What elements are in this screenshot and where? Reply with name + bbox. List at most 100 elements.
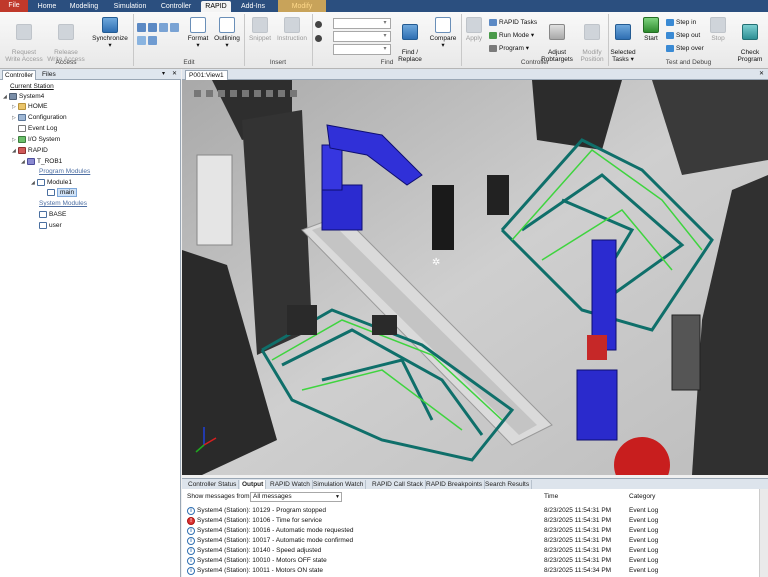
apply-button[interactable]: Apply (463, 17, 485, 42)
step-out-button[interactable]: Step out (666, 32, 700, 41)
step-over-label: Step over (676, 45, 704, 53)
tree-node-user[interactable]: user (39, 221, 62, 231)
info-icon: i (187, 507, 195, 515)
tab-rapid[interactable]: RAPID (201, 1, 231, 12)
error-icon: ! (187, 517, 195, 525)
rapid-tasks-button[interactable]: RAPID Tasks (489, 19, 537, 28)
step-in-button[interactable]: Step in (666, 19, 696, 28)
modify-position-button[interactable]: Modify Position (577, 17, 607, 63)
close-icon[interactable]: ✕ (759, 70, 764, 77)
synchronize-button[interactable]: Synchronize ▾ (90, 17, 130, 49)
find-next-button[interactable] (315, 35, 324, 44)
table-row[interactable]: i System4 (Station): 10016 - Automatic mo… (182, 526, 768, 536)
close-icon[interactable]: ✕ (172, 70, 177, 77)
program-button[interactable]: Program ▾ (489, 45, 529, 54)
stop-button[interactable]: Stop (707, 17, 729, 42)
indent-icon[interactable] (137, 23, 146, 32)
tree-node-module1[interactable]: ◢ Module1 (31, 178, 72, 188)
tab-modify[interactable]: Modify (280, 1, 324, 12)
controller-browser-panel: Controller Files ▾ ✕ Current Station ◢ Sy… (0, 69, 181, 577)
event-log-icon (18, 124, 26, 132)
tab-modeling[interactable]: Modeling (64, 1, 104, 12)
robotstudio-window: File Home Modeling Simulation Controller… (0, 0, 768, 577)
table-row[interactable]: i System4 (Station): 10140 - Speed adjust… (182, 546, 768, 556)
tree-node-io-system[interactable]: ▷ I/O System (12, 135, 60, 145)
tab-controller[interactable]: Controller (155, 1, 197, 12)
pin-icon[interactable]: ▾ (162, 70, 165, 77)
step-in-icon (666, 19, 674, 26)
task-icon (27, 157, 35, 165)
check-program-button[interactable]: Check Program (734, 17, 766, 63)
outlining-button[interactable]: Outlining ▾ (212, 17, 242, 49)
tab-home[interactable]: Home (32, 1, 62, 12)
group-label-find: Find (380, 59, 394, 66)
message-time: 8/23/2025 11:54:31 PM (544, 527, 612, 534)
tab-files[interactable]: Files (40, 70, 58, 80)
output-scrollbar[interactable] (759, 489, 768, 577)
tree-node-task[interactable]: ◢ T_ROB1 (21, 157, 62, 167)
start-button[interactable]: Start (640, 17, 662, 42)
comment-icon[interactable] (159, 23, 168, 32)
show-messages-label: Show messages from: (187, 493, 252, 500)
snippet-button[interactable]: Snippet (246, 17, 274, 42)
tree-node-base[interactable]: BASE (39, 210, 66, 220)
column-time[interactable]: Time (544, 493, 558, 500)
compare-label: Compare (429, 35, 457, 42)
apply-icon (466, 17, 482, 33)
binoculars-icon (402, 24, 418, 40)
compare-button[interactable]: Compare ▾ (427, 17, 459, 49)
message-category: Event Log (629, 527, 659, 534)
tab-file[interactable]: File (0, 0, 28, 12)
table-row[interactable]: i System4 (Station): 10017 - Automatic mo… (182, 536, 768, 546)
toggle-breakpoint-icon[interactable] (137, 36, 146, 45)
stop-label: Stop (711, 35, 725, 42)
3d-viewport[interactable]: ✲ (182, 80, 768, 475)
find-scope-combo[interactable]: ▾ (333, 31, 391, 42)
lock-request-icon (16, 24, 32, 40)
robot-base (576, 369, 618, 441)
synchronize-icon (102, 17, 118, 33)
compare-icon (435, 17, 451, 33)
instruction-button[interactable]: Instruction (274, 17, 310, 42)
info-icon: i (187, 527, 195, 535)
tab-view1[interactable]: P001:View1 (185, 70, 228, 80)
release-write-access-button[interactable]: Release Write Access (46, 17, 86, 63)
tree-current-station[interactable]: Current Station (10, 82, 54, 92)
tree-node-configuration[interactable]: ▷ Configuration (12, 113, 67, 123)
format-button[interactable]: Format ▾ (184, 17, 212, 49)
tool-stand (432, 185, 454, 250)
table-row[interactable]: i System4 (Station): 10129 - Program stop… (182, 506, 768, 516)
find-combo[interactable]: ▾ (333, 18, 391, 29)
step-over-button[interactable]: Step over (666, 45, 704, 54)
tree-node-main[interactable]: main (47, 188, 78, 198)
tree-node-home[interactable]: ▷ HOME (12, 102, 48, 112)
uncomment-icon[interactable] (170, 23, 179, 32)
step-over-icon (666, 45, 674, 52)
table-row[interactable]: i System4 (Station): 10010 - Motors OFF s… (182, 556, 768, 566)
message-text: System4 (Station): 10010 - Motors OFF st… (197, 557, 327, 564)
table-row[interactable]: ! System4 (Station): 10106 - Time for ser… (182, 516, 768, 526)
message-filter-select[interactable]: All messages ▼ (250, 492, 342, 502)
adjust-robtargets-button[interactable]: Adjust Robtargets (538, 17, 576, 63)
tree-node-system[interactable]: ◢ System4 (3, 92, 44, 102)
tab-simulation[interactable]: Simulation (108, 1, 152, 12)
find-replace-button[interactable]: Find / Replace (395, 17, 425, 63)
selected-tasks-button[interactable]: Selected Tasks ▾ (609, 17, 637, 63)
column-category[interactable]: Category (629, 493, 655, 500)
tree-node-rapid[interactable]: ◢ RAPID (12, 146, 48, 156)
tab-add-ins[interactable]: Add-Ins (236, 1, 270, 12)
request-write-access-button[interactable]: Request Write Access (4, 17, 44, 63)
find-previous-button[interactable] (315, 21, 324, 30)
modify-position-icon (584, 24, 600, 40)
outdent-icon[interactable] (148, 23, 157, 32)
message-time: 8/23/2025 11:54:31 PM (544, 507, 612, 514)
station-icon (9, 92, 17, 100)
message-time: 8/23/2025 11:54:31 PM (544, 537, 612, 544)
welding-gun (487, 175, 509, 215)
table-row[interactable]: i System4 (Station): 10011 - Motors ON st… (182, 566, 768, 576)
find-options-combo[interactable]: ▾ (333, 44, 391, 55)
tab-controller-browser[interactable]: Controller (2, 70, 37, 80)
tree-node-event-log[interactable]: Event Log (12, 124, 57, 134)
copy-icon[interactable] (148, 36, 157, 45)
run-mode-button[interactable]: Run Mode ▾ (489, 32, 534, 41)
